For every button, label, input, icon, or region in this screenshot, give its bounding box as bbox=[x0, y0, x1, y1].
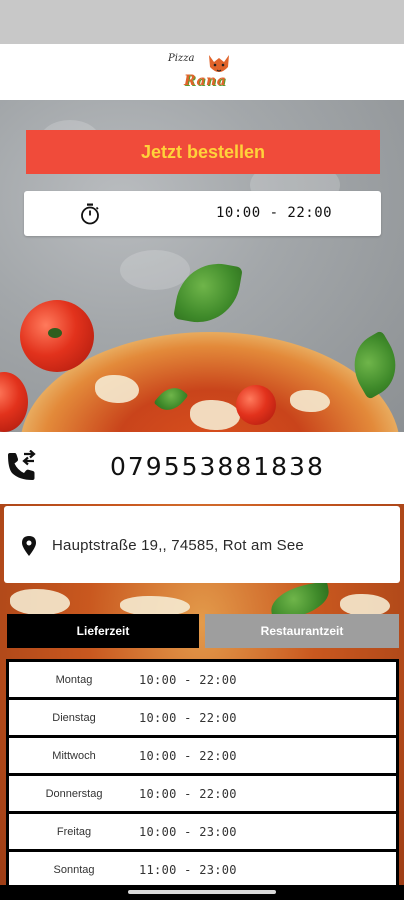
address-text: Hauptstraße 19,, 74585, Rot am See bbox=[52, 537, 304, 554]
home-gesture-handle[interactable] bbox=[128, 890, 276, 894]
phone-forward-icon bbox=[8, 450, 36, 480]
day-hours: 10:00 - 22:00 bbox=[139, 673, 237, 687]
schedule-row: Montag 10:00 - 22:00 bbox=[9, 662, 396, 697]
logo-text-big: Rana bbox=[184, 73, 227, 89]
day-name: Sonntag bbox=[53, 864, 95, 876]
schedule-row: Dienstag 10:00 - 22:00 bbox=[9, 700, 396, 735]
day-name: Dienstag bbox=[52, 712, 96, 724]
day-name: Mittwoch bbox=[52, 750, 96, 762]
address-card[interactable]: Hauptstraße 19,, 74585, Rot am See bbox=[4, 506, 400, 583]
system-navigation-bar bbox=[0, 885, 404, 900]
phone-section[interactable]: 079553881838 bbox=[0, 432, 404, 504]
stopwatch-icon bbox=[81, 203, 99, 225]
map-pin-icon bbox=[22, 536, 36, 556]
opening-hours-card: 10:00 - 22:00 bbox=[24, 191, 381, 236]
day-name: Montag bbox=[55, 674, 93, 686]
schedule-row: Mittwoch 10:00 - 22:00 bbox=[9, 738, 396, 773]
day-hours: 10:00 - 22:00 bbox=[139, 711, 237, 725]
schedule-row: Freitag 10:00 - 23:00 bbox=[9, 814, 396, 849]
tab-delivery-label: Lieferzeit bbox=[76, 624, 130, 638]
schedule-table: Montag 10:00 - 22:00 Dienstag 10:00 - 22… bbox=[6, 659, 399, 890]
order-now-button[interactable]: Jetzt bestellen bbox=[26, 130, 380, 174]
opening-hours-text: 10:00 - 22:00 bbox=[216, 205, 333, 221]
schedule-row: Donnerstag 10:00 - 22:00 bbox=[9, 776, 396, 811]
status-bar bbox=[0, 0, 404, 44]
logo-text-small: Pizza bbox=[168, 53, 195, 64]
order-now-label: Jetzt bestellen bbox=[140, 141, 266, 162]
day-hours: 10:00 - 22:00 bbox=[139, 749, 237, 763]
tab-restaurant-time[interactable]: Restaurantzeit bbox=[205, 614, 399, 648]
app-header: Pizza Rana bbox=[0, 44, 404, 100]
day-hours: 10:00 - 23:00 bbox=[139, 825, 237, 839]
phone-number[interactable]: 079553881838 bbox=[110, 452, 325, 481]
day-hours: 10:00 - 22:00 bbox=[139, 787, 237, 801]
day-hours: 11:00 - 23:00 bbox=[139, 863, 237, 877]
schedule-row: Sonntag 11:00 - 23:00 bbox=[9, 852, 396, 887]
day-name: Donnerstag bbox=[45, 788, 103, 800]
logo: Pizza Rana bbox=[166, 47, 238, 97]
tab-restaurant-label: Restaurantzeit bbox=[260, 624, 344, 638]
tab-delivery-time[interactable]: Lieferzeit bbox=[7, 614, 199, 648]
day-name: Freitag bbox=[56, 826, 92, 838]
